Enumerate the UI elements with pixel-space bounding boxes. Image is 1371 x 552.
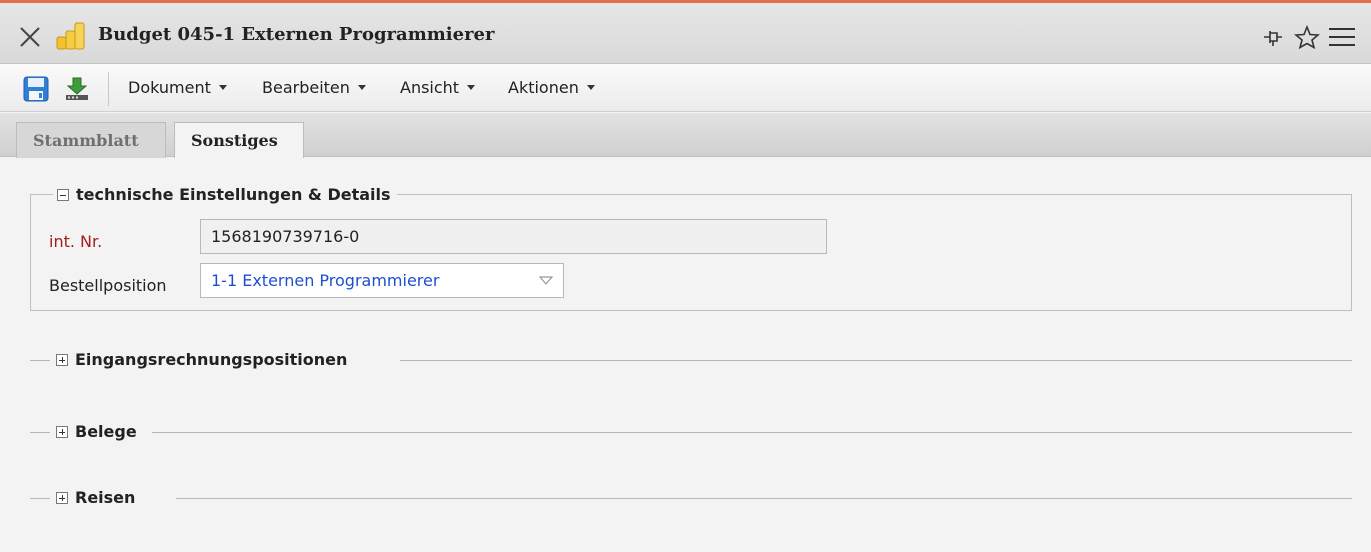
download-icon[interactable] xyxy=(64,76,90,102)
pin-icon[interactable] xyxy=(1262,26,1284,48)
collapse-icon[interactable] xyxy=(57,188,69,201)
window-title: Budget 045-1 Externen Programmierer xyxy=(98,24,495,45)
bestellposition-value: 1-1 Externen Programmierer xyxy=(211,271,440,290)
section-belege: Belege xyxy=(30,422,1352,442)
caret-down-icon xyxy=(218,85,227,90)
tab-content: technische Einstellungen & Details int. … xyxy=(0,158,1371,552)
dropdown-arrow-icon[interactable] xyxy=(539,276,553,286)
section-reisen: Reisen xyxy=(30,488,1352,508)
bestellposition-label: Bestellposition xyxy=(49,276,167,295)
technical-details-header[interactable]: technische Einstellungen & Details xyxy=(53,185,397,204)
technical-details-title: technische Einstellungen & Details xyxy=(76,185,391,204)
int-nr-field[interactable]: 1568190739716-0 xyxy=(200,219,827,254)
technical-details-group: technische Einstellungen & Details int. … xyxy=(30,185,1352,311)
coins-icon xyxy=(55,19,85,51)
section-header[interactable]: Eingangsrechnungspositionen xyxy=(56,350,347,369)
int-nr-label: int. Nr. xyxy=(49,232,103,251)
tab-stammblatt[interactable]: Stammblatt xyxy=(16,122,166,158)
expand-icon[interactable] xyxy=(56,353,68,366)
menu-bearbeiten[interactable]: Bearbeiten xyxy=(262,78,366,100)
menu-dokument[interactable]: Dokument xyxy=(128,78,227,100)
caret-down-icon xyxy=(467,85,476,90)
caret-down-icon xyxy=(357,85,366,90)
caret-down-icon xyxy=(586,85,595,90)
save-icon[interactable] xyxy=(23,76,49,102)
menu-aktionen[interactable]: Aktionen xyxy=(508,78,595,100)
section-header[interactable]: Reisen xyxy=(56,488,135,507)
section-header[interactable]: Belege xyxy=(56,422,137,441)
expand-icon[interactable] xyxy=(56,425,68,438)
close-icon[interactable] xyxy=(18,25,42,49)
tab-bar: Stammblatt Sonstiges xyxy=(0,113,1371,158)
window-titlebar: Budget 045-1 Externen Programmierer xyxy=(0,0,1371,64)
menu-ansicht[interactable]: Ansicht xyxy=(400,78,476,100)
toolbar: Dokument Bearbeiten Ansicht Aktionen xyxy=(0,64,1371,112)
star-icon[interactable] xyxy=(1293,24,1321,50)
tab-sonstiges[interactable]: Sonstiges xyxy=(174,122,304,158)
hamburger-menu-icon[interactable] xyxy=(1328,26,1356,48)
expand-icon[interactable] xyxy=(56,491,68,504)
bestellposition-select[interactable]: 1-1 Externen Programmierer xyxy=(200,263,564,298)
toolbar-separator xyxy=(108,72,109,106)
section-eingangsrechnungspositionen: Eingangsrechnungspositionen xyxy=(30,350,1352,370)
